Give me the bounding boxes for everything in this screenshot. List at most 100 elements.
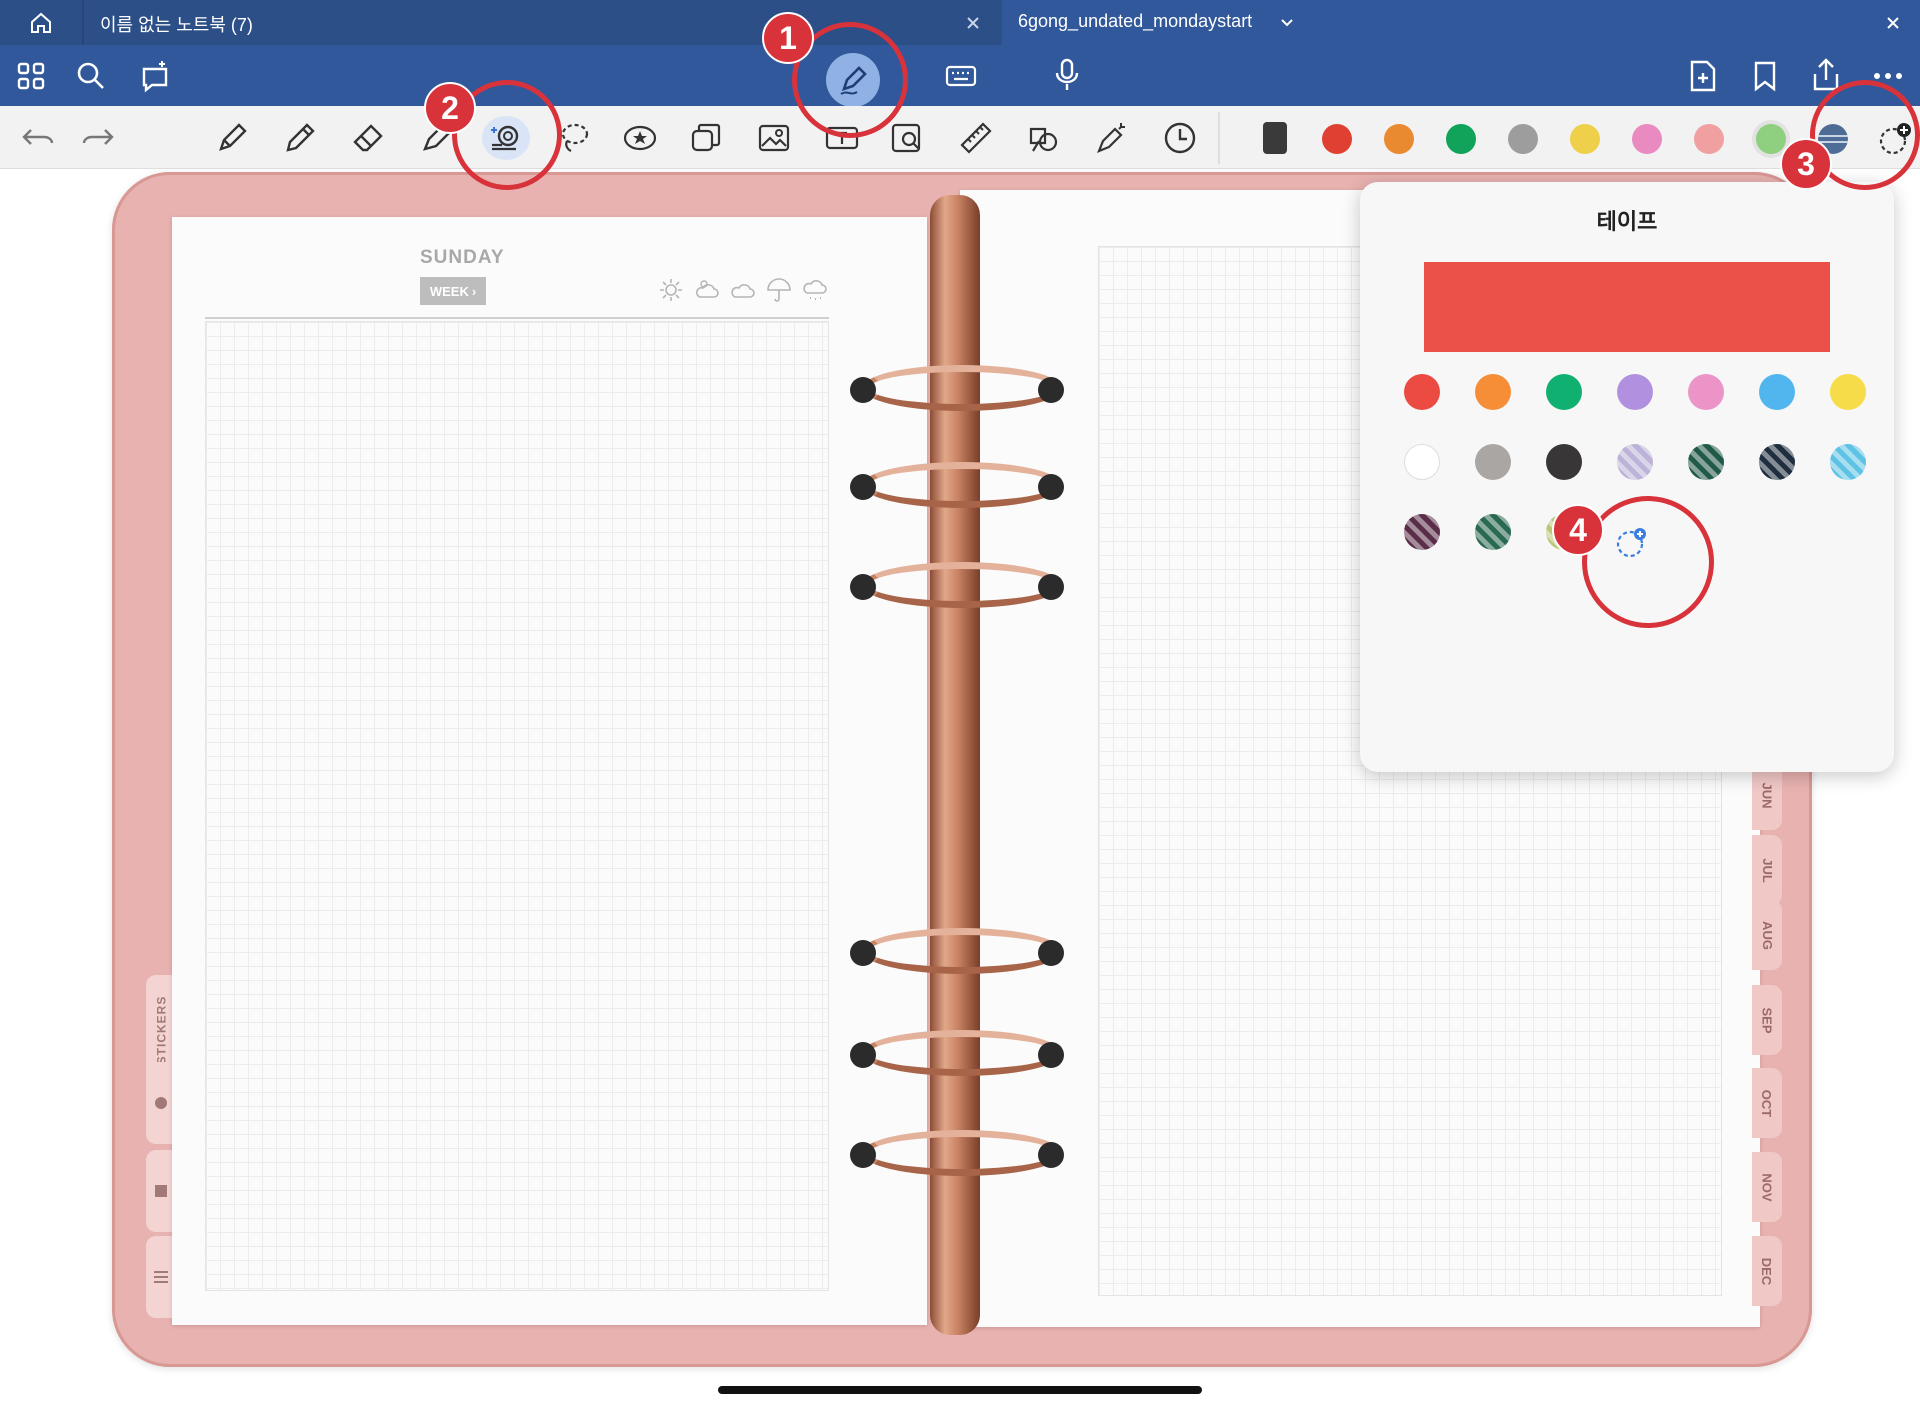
tape-swatch-star-pattern[interactable]: [1688, 444, 1724, 480]
tape-preview: [1424, 262, 1830, 352]
ring-hole: [850, 574, 876, 600]
tape-swatch-plaid-pattern[interactable]: [1475, 514, 1511, 550]
snow-icon[interactable]: [802, 277, 828, 303]
month-tab-sep[interactable]: SEP: [1752, 985, 1782, 1055]
week-button[interactable]: WEEK ›: [420, 277, 486, 305]
ring-hole: [1038, 474, 1064, 500]
chevron-right-icon: ›: [471, 283, 477, 299]
add-page-icon[interactable]: [1686, 57, 1720, 95]
tape-swatch-charcoal[interactable]: [1546, 444, 1582, 480]
month-tab-label: JUN: [1759, 781, 1775, 809]
tape-swatch-dots-pattern[interactable]: [1404, 514, 1440, 550]
color-swatch-gray[interactable]: [1508, 124, 1538, 154]
home-indicator[interactable]: [718, 1386, 1202, 1394]
tape-swatch-pink[interactable]: [1688, 374, 1724, 410]
tape-swatch-green[interactable]: [1546, 374, 1582, 410]
month-tab-label: NOV: [1759, 1172, 1775, 1202]
color-swatch-orange[interactable]: [1384, 124, 1414, 154]
tape-swatch-triangle-pattern[interactable]: [1759, 444, 1795, 480]
cloud-icon[interactable]: [730, 277, 756, 303]
month-tab-aug[interactable]: AUG: [1752, 900, 1782, 970]
ring-hole: [1038, 574, 1064, 600]
month-tab-oct[interactable]: OCT: [1752, 1068, 1782, 1138]
tape-swatch-purple[interactable]: [1617, 374, 1653, 410]
partly-cloudy-icon[interactable]: [694, 277, 720, 303]
annotation-badge: 2: [424, 82, 476, 134]
binder-ring: [862, 365, 1062, 411]
ring-hole: [850, 940, 876, 966]
eraser-icon[interactable]: [346, 116, 390, 160]
tape-swatch-check-pattern[interactable]: [1830, 444, 1866, 480]
month-tab-label: SEP: [1759, 1006, 1775, 1034]
month-tab-label: AUG: [1759, 920, 1775, 950]
tape-swatch-red[interactable]: [1404, 374, 1440, 410]
ring-hole: [1038, 1042, 1064, 1068]
magic-select-icon[interactable]: [136, 57, 174, 95]
month-tab-label: DEC: [1759, 1257, 1775, 1285]
sticker-icon[interactable]: [618, 116, 662, 160]
umbrella-icon[interactable]: [766, 277, 792, 303]
tab-bar: 이름 없는 노트북 (7) 6gong_undated_mondaystart: [0, 0, 1920, 45]
chevron-down-icon[interactable]: [1278, 14, 1296, 32]
color-swatch-green[interactable]: [1446, 124, 1476, 154]
navigation-bar: [0, 45, 1920, 107]
left-planner-page[interactable]: SUNDAY WEEK ›: [172, 217, 927, 1325]
tab-title: 6gong_undated_mondaystart: [1018, 11, 1253, 31]
grid-icon[interactable]: [14, 59, 48, 93]
week-button-label: WEEK: [429, 283, 469, 299]
month-tab-dec[interactable]: DEC: [1752, 1236, 1782, 1306]
microphone-icon[interactable]: [1050, 55, 1084, 95]
stickers-tab-label: STICKERS: [154, 995, 168, 1065]
annotation-badge: 3: [1780, 138, 1832, 190]
tab-title: 이름 없는 노트북 (7): [100, 15, 253, 35]
ring-hole: [850, 1042, 876, 1068]
color-swatch-yellow[interactable]: [1570, 124, 1600, 154]
home-icon[interactable]: [28, 10, 54, 36]
popover-title: 테이프: [1596, 209, 1658, 234]
binder-ring: [862, 462, 1062, 508]
color-swatch-light-green[interactable]: [1756, 124, 1786, 154]
ring-hole: [850, 474, 876, 500]
ring-hole: [1038, 940, 1064, 966]
month-tab-jul[interactable]: JUL: [1752, 835, 1782, 905]
color-swatch-light-pink[interactable]: [1694, 124, 1724, 154]
tape-swatch-sky-blue[interactable]: [1759, 374, 1795, 410]
annotation-badge: 4: [1552, 504, 1604, 556]
grid-area[interactable]: [205, 321, 829, 1291]
annotation-badge: 1: [762, 12, 814, 64]
binder-ring: [862, 1130, 1062, 1176]
tape-swatch-orange[interactable]: [1475, 374, 1511, 410]
ring-hole: [850, 377, 876, 403]
day-label: SUNDAY: [420, 247, 505, 268]
clock-icon[interactable]: [1158, 116, 1202, 160]
shapes-icon[interactable]: [684, 116, 728, 160]
tape-swatch-gray[interactable]: [1475, 444, 1511, 480]
tape-swatch-stripe-pattern[interactable]: [1617, 444, 1653, 480]
search-icon[interactable]: [74, 59, 108, 93]
undo-icon[interactable]: [16, 116, 60, 160]
tab-planner[interactable]: 6gong_undated_mondaystart: [1002, 0, 1920, 45]
elements-icon[interactable]: [1022, 116, 1066, 160]
ruler-icon[interactable]: [954, 116, 998, 160]
color-swatch-red[interactable]: [1322, 124, 1352, 154]
sun-icon[interactable]: [658, 277, 684, 303]
tape-swatch-yellow[interactable]: [1830, 374, 1866, 410]
camera-scan-icon[interactable]: [886, 116, 930, 160]
pencil-icon[interactable]: [278, 116, 322, 160]
month-tab-label: JUL: [1759, 857, 1775, 883]
redo-icon[interactable]: [76, 116, 120, 160]
image-icon[interactable]: [752, 116, 796, 160]
fountain-pen-icon[interactable]: [210, 116, 254, 160]
laser-pointer-icon[interactable]: [1090, 116, 1134, 160]
binder-ring: [862, 1030, 1062, 1076]
color-swatch-black[interactable]: [1263, 122, 1287, 154]
tape-swatch-white[interactable]: [1404, 444, 1440, 480]
month-tab-nov[interactable]: NOV: [1752, 1152, 1782, 1222]
bookmark-icon[interactable]: [1748, 57, 1782, 95]
annotation-ring: [1582, 496, 1714, 628]
header-divider: [205, 317, 829, 319]
close-tab-icon[interactable]: [962, 12, 984, 34]
keyboard-icon[interactable]: [942, 59, 980, 93]
color-swatch-pink[interactable]: [1632, 124, 1662, 154]
close-tab-icon[interactable]: [1882, 12, 1904, 34]
